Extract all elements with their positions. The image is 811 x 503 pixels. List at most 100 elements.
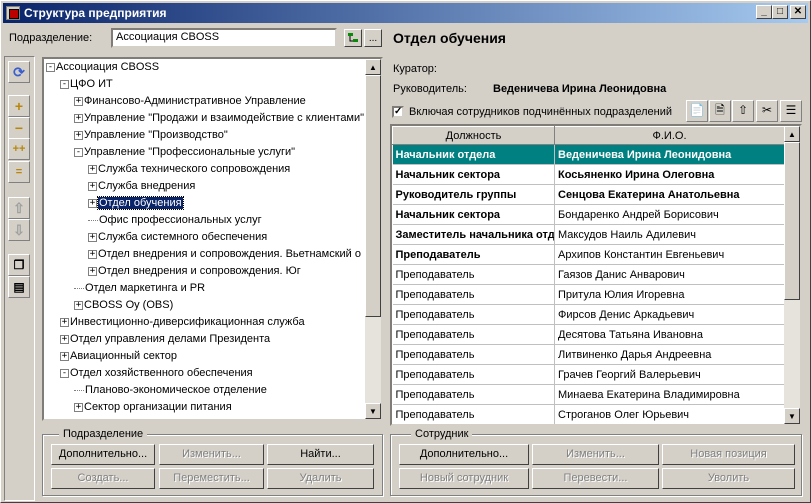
subdivision-field[interactable]: Ассоциация CBOSS xyxy=(111,28,337,48)
cell-name[interactable]: Грачев Георгий Валерьевич xyxy=(554,364,785,385)
scroll-thumb[interactable] xyxy=(784,142,800,300)
table-row[interactable]: Заместитель начальника отделаМаксудов На… xyxy=(392,224,785,245)
cell-name[interactable]: Фирсов Денис Аркадьевич xyxy=(554,304,785,325)
expand-icon[interactable]: + xyxy=(88,164,97,174)
tree-node[interactable]: - Ассоциация CBOSS xyxy=(46,59,159,75)
cell-position[interactable]: Преподаватель xyxy=(392,364,555,385)
expand-icon[interactable]: + xyxy=(88,266,97,276)
cell-position[interactable]: Начальник сектора xyxy=(392,204,555,225)
collapse-button[interactable]: − xyxy=(8,117,30,139)
subdivision-delete-button[interactable]: Удалить xyxy=(267,468,374,489)
cell-name[interactable]: Гаязов Данис Анварович xyxy=(554,264,785,285)
grid-scrollbar[interactable]: ▲ ▼ xyxy=(784,126,800,424)
cell-name[interactable]: Косьяненко Ирина Олеговна xyxy=(554,164,785,185)
promote-button[interactable]: ⇧ xyxy=(732,100,754,122)
cell-position[interactable]: Преподаватель xyxy=(392,384,555,405)
cell-position[interactable]: Преподаватель xyxy=(392,324,555,345)
cell-position[interactable]: Преподаватель xyxy=(392,244,555,265)
expand-icon[interactable]: + xyxy=(74,130,83,140)
subdivision-edit-button[interactable]: Изменить... xyxy=(159,444,264,465)
expand-icon[interactable]: + xyxy=(60,351,69,361)
expand-icon[interactable]: + xyxy=(74,96,83,106)
table-row[interactable]: Начальник сектора Бондаренко Андрей Борис… xyxy=(392,204,785,225)
subdivision-create-button[interactable]: Создать... xyxy=(51,468,155,489)
browse-button[interactable]: ... xyxy=(364,29,382,47)
table-row[interactable]: Преподаватель Фирсов Денис Аркадьевич xyxy=(392,304,785,325)
cell-position[interactable]: Начальник сектора xyxy=(392,164,555,185)
new-position-button[interactable]: Новая позиция xyxy=(662,444,795,465)
cell-position[interactable]: Преподаватель xyxy=(392,264,555,285)
move-down-button[interactable]: ⇩ xyxy=(8,219,30,241)
tree-node[interactable]: + Управление "Производство" xyxy=(74,127,228,143)
table-row[interactable]: Преподаватель Гаязов Данис Анварович xyxy=(392,264,785,285)
collapse-icon[interactable]: - xyxy=(46,62,55,72)
expand-icon[interactable]: + xyxy=(74,113,83,123)
table-row[interactable]: Преподаватель Строганов Олег Юрьевич xyxy=(392,404,785,424)
cell-name[interactable]: Строганов Олег Юрьевич xyxy=(554,404,785,424)
subdivision-more-button[interactable]: Дополнительно... xyxy=(51,444,155,465)
tree-node[interactable]: - ЦФО ИТ xyxy=(60,76,113,92)
tree-node[interactable]: Отдел маркетинга и PR xyxy=(74,280,205,296)
tree-node[interactable]: + Управление "Продажи и взаимодействие с … xyxy=(74,110,364,126)
expand-icon[interactable]: + xyxy=(88,181,97,191)
expand-icon[interactable]: + xyxy=(74,402,83,412)
scroll-up-icon[interactable]: ▲ xyxy=(365,59,381,75)
hierarchy-picker-button[interactable] xyxy=(344,29,362,47)
tree-node[interactable]: + Служба технического сопровождения xyxy=(88,161,290,177)
table-row[interactable]: Преподаватель Десятова Татьяна Ивановна xyxy=(392,324,785,345)
table-row[interactable]: Преподаватель Грачев Георгий Валерьевич xyxy=(392,364,785,385)
table-row[interactable]: Руководитель группы Сенцова Екатерина Ана… xyxy=(392,184,785,205)
refresh-button[interactable]: ⟳ xyxy=(8,61,30,83)
tree-node[interactable]: + Сектор организации питания xyxy=(74,399,232,415)
tree-node[interactable]: + Отдел внедрения и сопровождения. Вьетна… xyxy=(88,246,361,262)
list-button[interactable]: ☰ xyxy=(780,100,802,122)
cell-name[interactable]: Литвиненко Дарья Андреевна xyxy=(554,344,785,365)
cell-position[interactable]: Преподаватель xyxy=(392,284,555,305)
tree-node[interactable]: + CBOSS Oy (OBS) xyxy=(74,297,173,313)
scroll-thumb[interactable] xyxy=(365,75,381,317)
collapse-icon[interactable]: - xyxy=(60,368,69,378)
cell-position[interactable]: Преподаватель xyxy=(392,344,555,365)
scroll-down-icon[interactable]: ▼ xyxy=(365,403,381,419)
expand-icon[interactable]: + xyxy=(60,317,69,327)
tree-node[interactable]: - Управление "Профессиональные услуги" xyxy=(74,144,295,160)
cell-name[interactable]: Минаева Екатерина Владимировна xyxy=(554,384,785,405)
properties-button[interactable]: 🗎 xyxy=(709,100,731,122)
expand-all-button[interactable]: ++ xyxy=(8,138,30,160)
tree-node[interactable]: Офис профессиональных услуг xyxy=(88,212,262,228)
transfer-button[interactable]: Перевести... xyxy=(532,468,659,489)
cell-name[interactable]: Бондаренко Андрей Борисович xyxy=(554,204,785,225)
expand-button[interactable]: + xyxy=(8,95,30,117)
tree-node[interactable]: + Служба внедрения xyxy=(88,178,195,194)
document-button[interactable]: ▤ xyxy=(8,276,30,298)
expand-icon[interactable]: + xyxy=(88,249,97,259)
table-row[interactable]: Преподаватель Притула Юлия Игоревна xyxy=(392,284,785,305)
tree-node[interactable]: + Финансово-Административное Управление xyxy=(74,93,306,109)
scroll-down-icon[interactable]: ▼ xyxy=(784,408,800,424)
tree-node[interactable]: Планово-экономическое отделение xyxy=(74,382,267,398)
minimize-button[interactable]: _ xyxy=(756,5,772,19)
cell-name[interactable]: Притула Юлия Игоревна xyxy=(554,284,785,305)
column-header-position[interactable]: Должность xyxy=(392,126,555,145)
collapse-all-button[interactable]: = xyxy=(8,161,30,183)
tree-node[interactable]: - Отдел хозяйственного обеспечения xyxy=(60,365,253,381)
new-employee-button[interactable]: Новый сотрудник xyxy=(399,468,529,489)
cell-position[interactable]: Преподаватель xyxy=(392,404,555,424)
close-button[interactable]: ✕ xyxy=(790,5,806,19)
collapse-icon[interactable]: - xyxy=(60,79,69,89)
include-subordinates-checkbox[interactable]: ✓ xyxy=(392,106,404,118)
tree-node[interactable]: + Служба системного обеспечения xyxy=(88,229,267,245)
cell-name[interactable]: Сенцова Екатерина Анатольевна xyxy=(554,184,785,205)
title-bar[interactable]: Структура предприятия _ □ ✕ xyxy=(3,3,808,23)
move-up-button[interactable]: ⇧ xyxy=(8,197,30,219)
cell-position[interactable]: Заместитель начальника отдела xyxy=(392,224,555,245)
tree-node[interactable]: + Отдел внедрения и сопровождения. Юг xyxy=(88,263,301,279)
copy-button[interactable]: ❐ xyxy=(8,254,30,276)
cell-position[interactable]: Преподаватель xyxy=(392,304,555,325)
cell-position[interactable]: Руководитель группы xyxy=(392,184,555,205)
tree-scrollbar[interactable]: ▲ ▼ xyxy=(365,59,381,419)
maximize-button[interactable]: □ xyxy=(772,5,788,19)
employee-more-button[interactable]: Дополнительно... xyxy=(399,444,529,465)
column-header-name[interactable]: Ф.И.О. xyxy=(554,126,785,145)
cell-name[interactable]: Десятова Татьяна Ивановна xyxy=(554,324,785,345)
